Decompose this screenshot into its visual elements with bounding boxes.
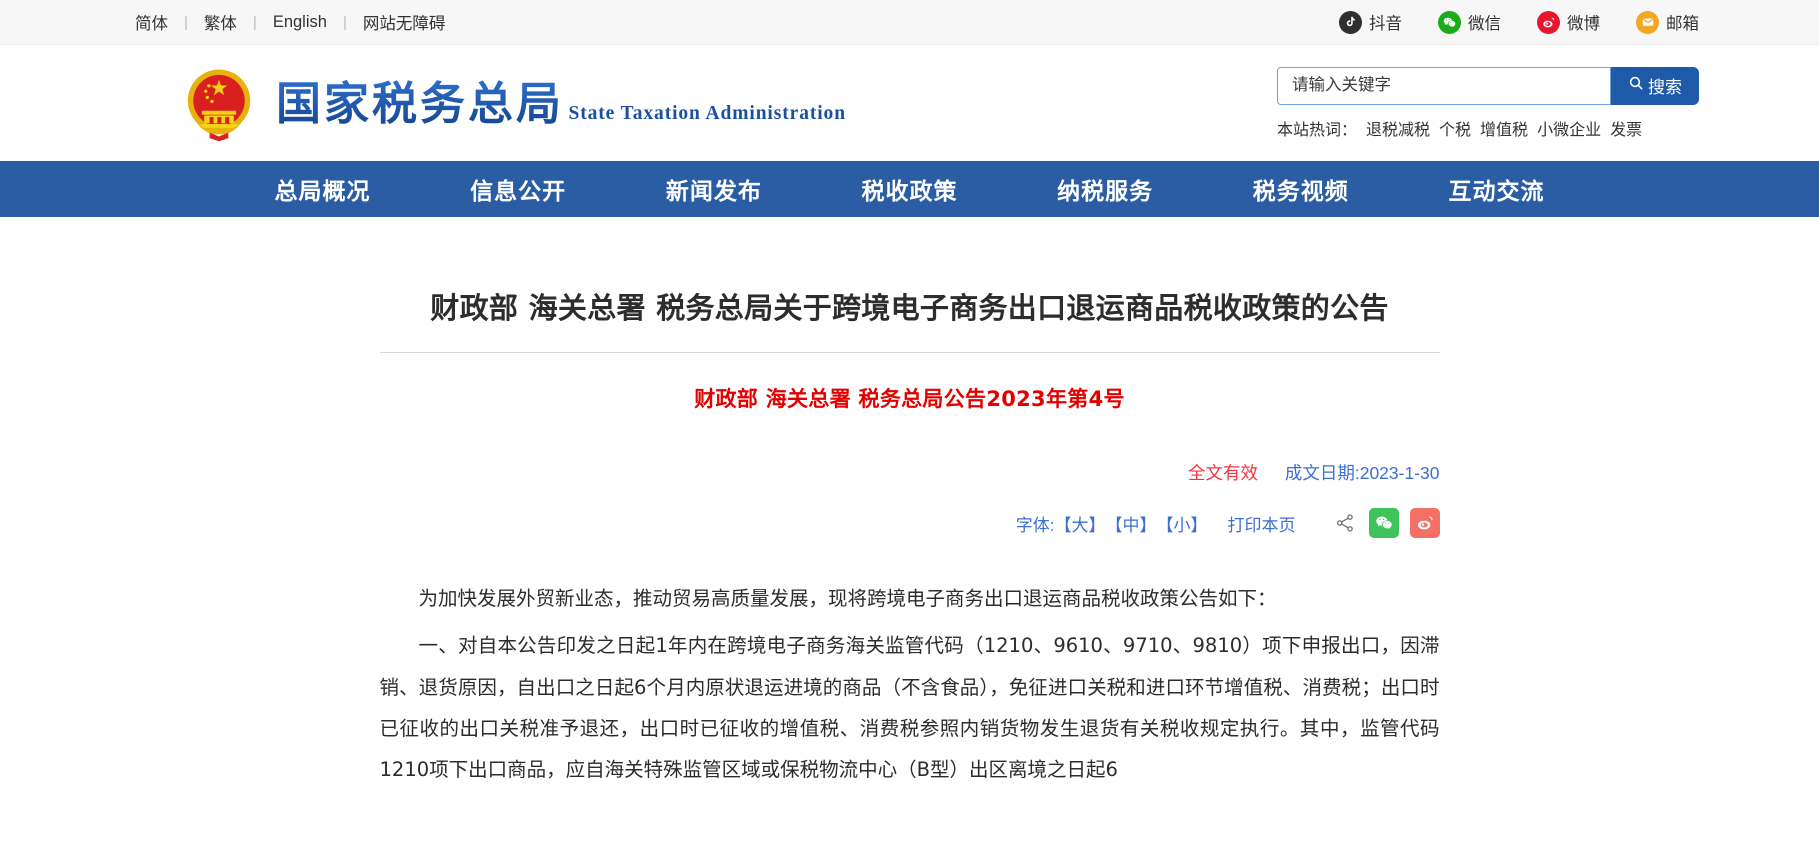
weibo-icon (1537, 10, 1560, 34)
weibo-share-icon[interactable] (1409, 508, 1440, 539)
nav-item-disclosure[interactable]: 信息公开 (470, 172, 566, 206)
hot-keyword-3[interactable]: 增值税 (1480, 116, 1528, 140)
separator: | (342, 13, 347, 31)
hot-keyword-1[interactable]: 退税减税 (1366, 116, 1430, 140)
search-row: 搜索 (1277, 66, 1699, 105)
nav-items: 总局概况 信息公开 新闻发布 税收政策 纳税服务 税务视频 互动交流 (240, 172, 1580, 206)
hot-keyword-5[interactable]: 发票 (1610, 116, 1642, 140)
font-size-label: 字体: (1015, 515, 1055, 535)
language-switcher: 简体 | 繁体 | English | 网站无障碍 (135, 10, 445, 34)
article-body: 为加快发展外贸新业态，推动贸易高质量发展，现将跨境电子商务出口退运商品税收政策公… (380, 578, 1440, 791)
share-group (1332, 508, 1440, 539)
nav-item-service[interactable]: 纳税服务 (1057, 172, 1153, 206)
search-button-label: 搜索 (1648, 78, 1682, 97)
site-logo[interactable]: 国家税务总局 State Taxation Administration (180, 64, 846, 142)
search-icon (1628, 75, 1644, 96)
brand-title-cn: 国家税务总局 (276, 76, 565, 130)
social-link-wechat[interactable]: 微信 (1438, 10, 1501, 34)
share-nodes-icon[interactable] (1332, 510, 1358, 536)
mail-icon (1636, 10, 1659, 34)
social-label: 微信 (1468, 15, 1501, 33)
lang-simplified[interactable]: 简体 (135, 10, 168, 34)
wechat-share-icon[interactable] (1368, 508, 1399, 539)
nav-item-news[interactable]: 新闻发布 (666, 172, 762, 206)
print-page-button[interactable]: 打印本页 (1228, 511, 1296, 536)
article-title: 财政部 海关总署 税务总局关于跨境电子商务出口退运商品税收政策的公告 (430, 291, 1389, 326)
font-size-small[interactable]: 【小】 (1157, 511, 1208, 536)
social-label: 邮箱 (1666, 15, 1699, 33)
font-size-large[interactable]: 【大】 (1055, 511, 1106, 536)
main-navigation: 总局概况 信息公开 新闻发布 税收政策 纳税服务 税务视频 互动交流 (0, 161, 1819, 217)
status-badge: 全文有效 (1187, 463, 1258, 484)
hot-keywords: 本站热词： 退税减税 个税 增值税 小微企业 发票 (1277, 116, 1699, 140)
lang-english[interactable]: English (273, 13, 327, 32)
douyin-icon (1339, 10, 1362, 34)
social-link-mail[interactable]: 邮箱 (1636, 10, 1699, 34)
top-utility-bar: 简体 | 繁体 | English | 网站无障碍 抖音 微信 微博 邮箱 (0, 0, 1819, 45)
search-input[interactable] (1277, 66, 1611, 105)
font-size-medium[interactable]: 【中】 (1106, 511, 1157, 536)
title-divider (379, 352, 1440, 354)
search-button[interactable]: 搜索 (1611, 66, 1699, 105)
social-label: 微博 (1567, 15, 1600, 33)
national-emblem-icon (180, 64, 258, 142)
search-area: 搜索 本站热词： 退税减税 个税 增值税 小微企业 发票 (1277, 66, 1699, 140)
nav-item-video[interactable]: 税务视频 (1253, 172, 1349, 206)
social-link-douyin[interactable]: 抖音 (1339, 10, 1402, 34)
article-paragraph: 一、对自本公告印发之日起1年内在跨境电子商务海关监管代码（1210、9610、9… (379, 634, 1440, 782)
separator: | (252, 13, 257, 31)
nav-item-policy[interactable]: 税收政策 (861, 172, 957, 206)
brand-title-en: State Taxation Administration (568, 102, 846, 124)
article-meta: 全文有效 成文日期:2023-1-30 (380, 460, 1440, 485)
hot-keyword-4[interactable]: 小微企业 (1537, 116, 1601, 140)
article-paragraph: 为加快发展外贸新业态，推动贸易高质量发展，现将跨境电子商务出口退运商品税收政策公… (418, 587, 1277, 611)
social-links: 抖音 微信 微博 邮箱 (1339, 10, 1699, 34)
nav-item-interact[interactable]: 互动交流 (1448, 172, 1544, 206)
social-link-weibo[interactable]: 微博 (1537, 10, 1600, 34)
separator: | (184, 13, 188, 31)
nav-item-overview[interactable]: 总局概况 (275, 172, 371, 206)
article-container: 财政部 海关总署 税务总局关于跨境电子商务出口退运商品税收政策的公告 财政部 海… (379, 217, 1440, 791)
hot-keyword-2[interactable]: 个税 (1439, 116, 1471, 140)
site-header: 国家税务总局 State Taxation Administration 搜索 … (0, 45, 1819, 161)
wechat-icon (1438, 10, 1461, 34)
hot-keywords-label: 本站热词： (1277, 121, 1358, 139)
article-document-number: 财政部 海关总署 税务总局公告2023年第4号 (694, 387, 1125, 412)
article-date: 成文日期:2023-1-30 (1284, 463, 1440, 484)
accessibility-link[interactable]: 网站无障碍 (363, 10, 446, 34)
article-toolbar: 字体: 【大】 【中】 【小】 打印本页 (380, 508, 1440, 539)
lang-traditional[interactable]: 繁体 (204, 10, 237, 34)
social-label: 抖音 (1369, 15, 1402, 33)
